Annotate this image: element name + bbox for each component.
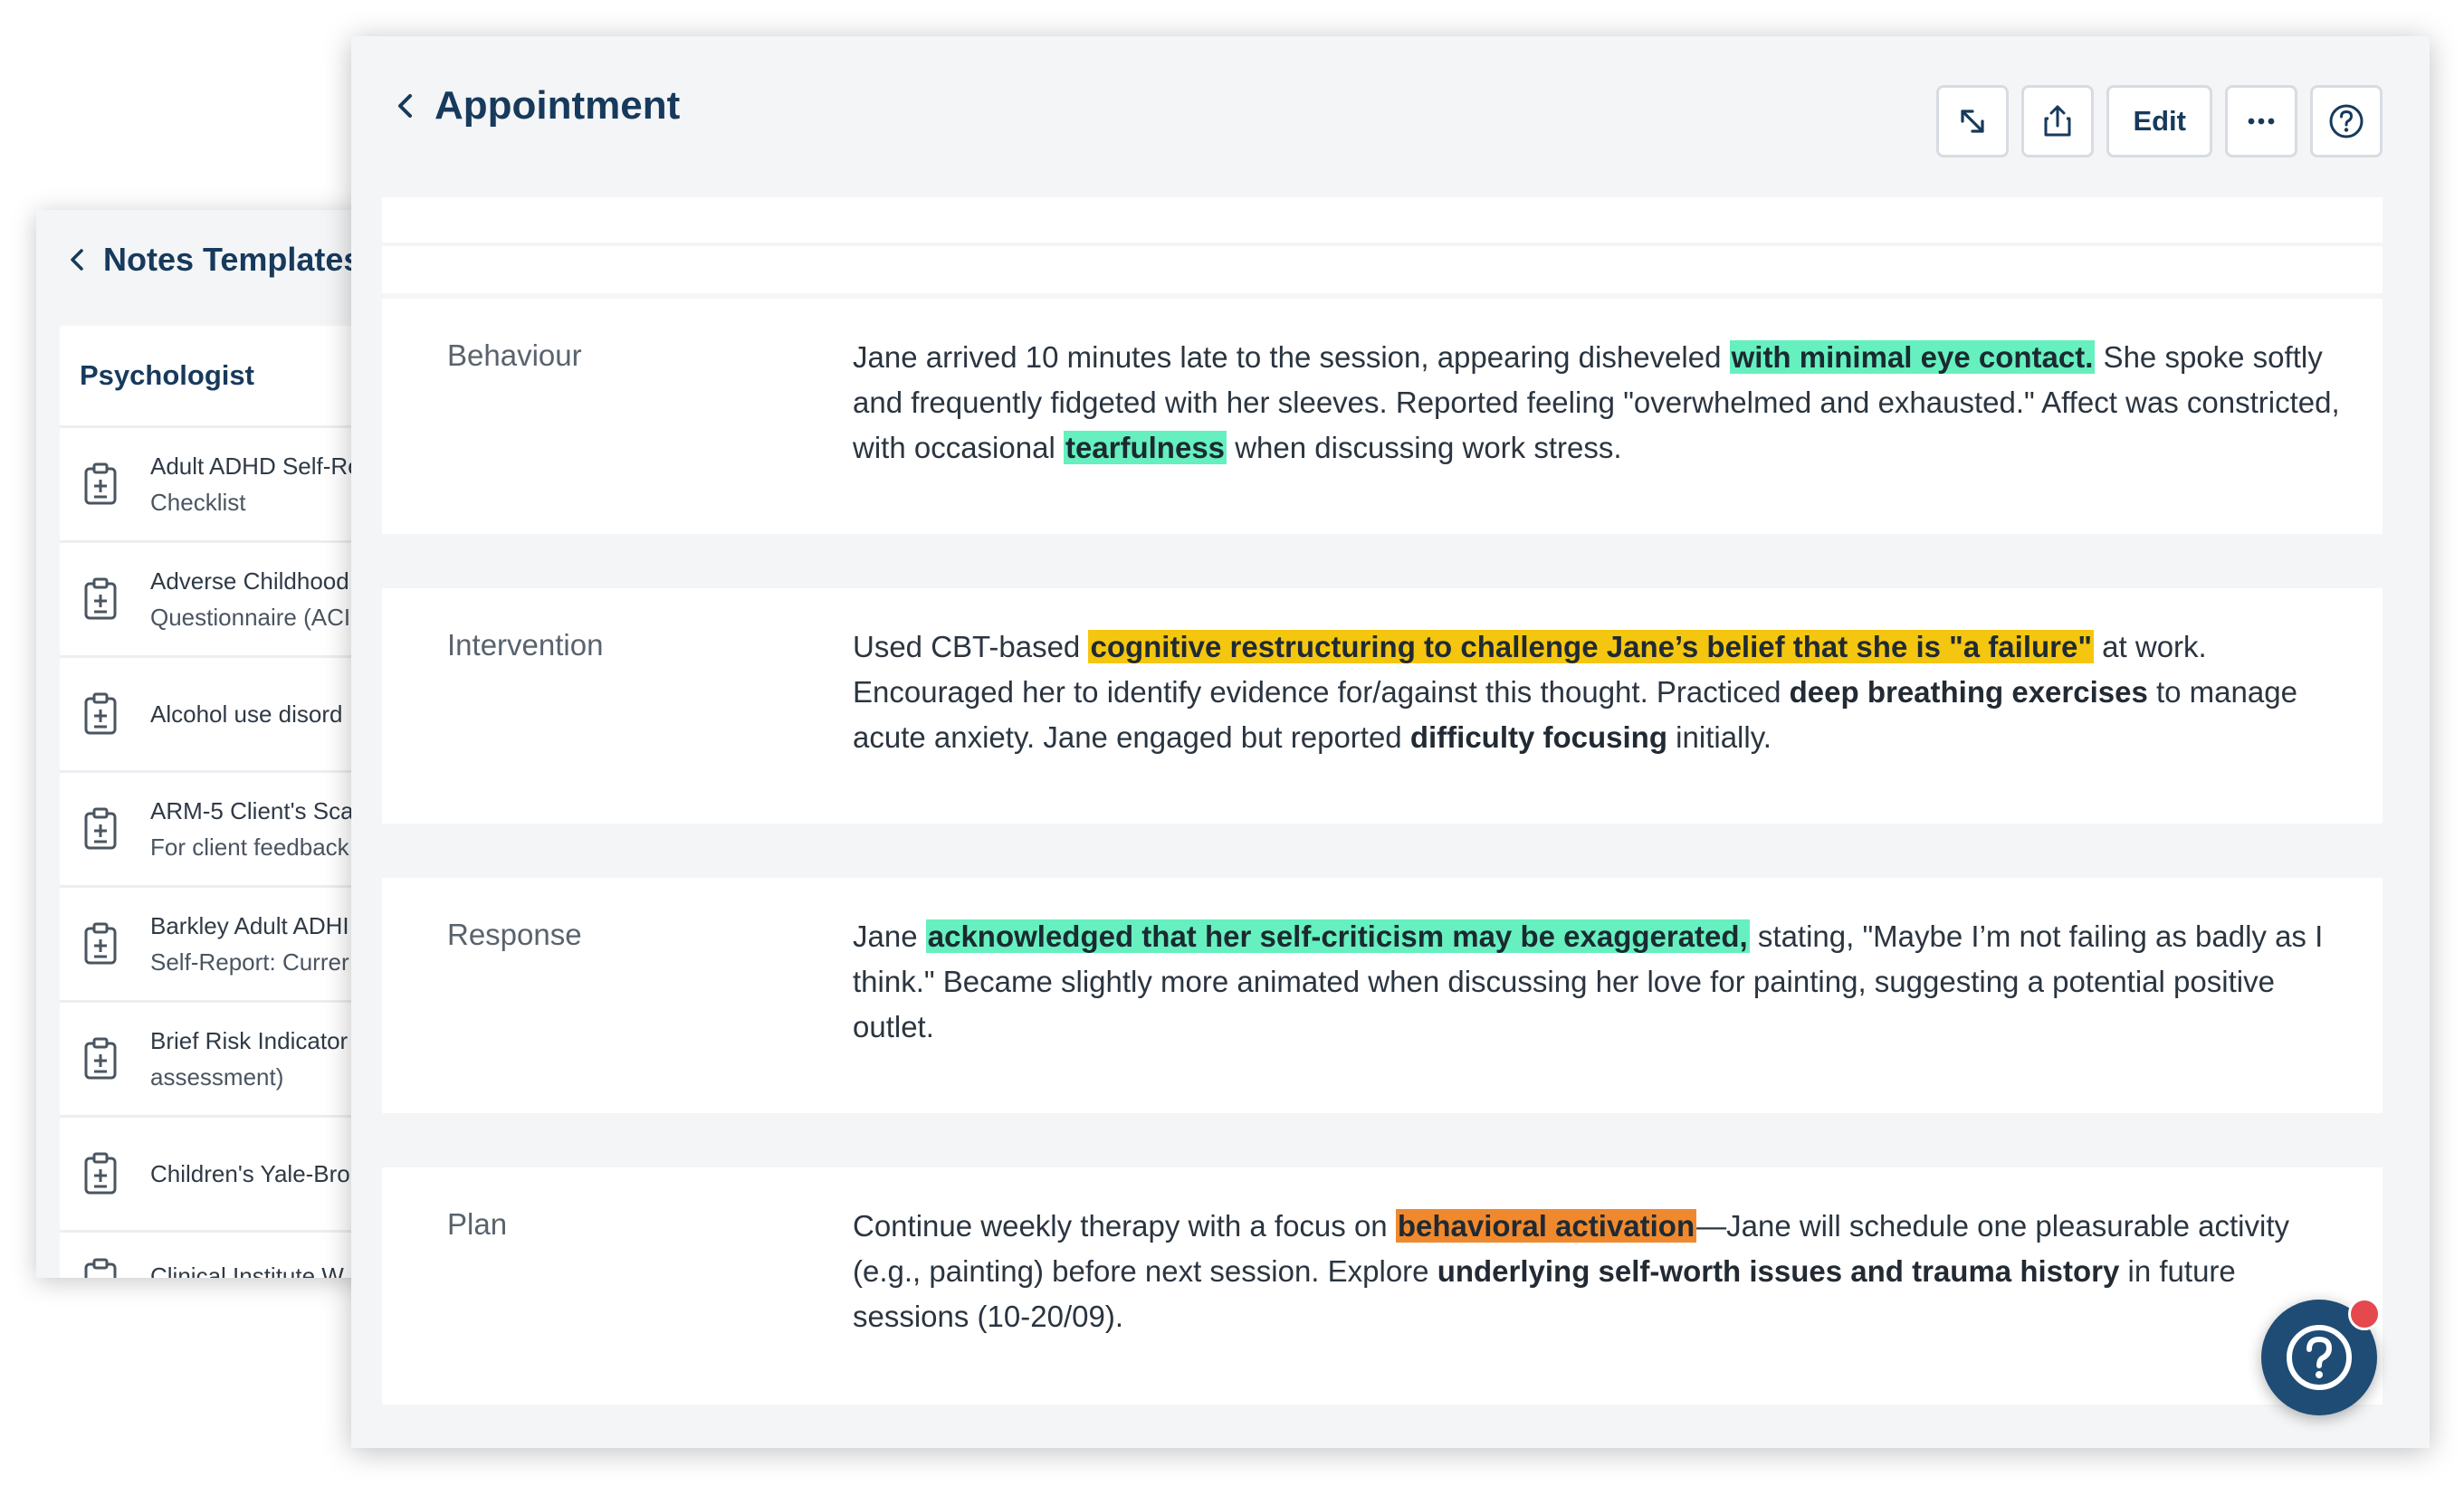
template-item[interactable]: Barkley Adult ADHI Self-Report: Currer (60, 888, 380, 1003)
page-title: Appointment (435, 83, 681, 128)
clipboard-plus-icon (84, 1152, 117, 1195)
template-subtitle: Self-Report: Currer (150, 948, 349, 976)
more-horizontal-icon (2248, 118, 2275, 125)
appointment-card: Appointment Edit Behaviour Jane arrived … (351, 36, 2430, 1448)
expand-button[interactable] (1936, 85, 2010, 157)
help-circle-icon (2287, 1325, 2352, 1390)
chevron-left-icon[interactable] (391, 88, 418, 124)
section-label: Response (447, 918, 582, 951)
help-circle-icon (2329, 104, 2364, 138)
clipboard-plus-icon (84, 922, 117, 965)
template-subtitle: Questionnaire (ACI (150, 604, 351, 631)
expand-arrows-icon (1961, 110, 1985, 133)
notification-dot (2348, 1298, 2381, 1330)
highlight: behavioral activation (1395, 1209, 1697, 1243)
template-subtitle: Checklist (150, 489, 246, 516)
template-title: Adult ADHD Self-Re (150, 452, 361, 480)
clipboard-plus-icon (84, 1258, 117, 1278)
template-category-psychologist[interactable]: Psychologist (60, 326, 380, 428)
section-behaviour: Behaviour Jane arrived 10 minutes late t… (382, 299, 2383, 534)
section-text: Jane acknowledged that her self-criticis… (853, 919, 2324, 1043)
section-response: Response Jane acknowledged that her self… (382, 878, 2383, 1113)
template-title: Alcohol use disord (150, 700, 343, 728)
section-text: Used CBT-based cognitive restructuring t… (853, 630, 2297, 754)
share-icon (2044, 105, 2071, 137)
note-header-strip (382, 246, 2383, 293)
edit-button[interactable]: Edit (2106, 85, 2212, 157)
template-title: ARM-5 Client's Sca (150, 797, 354, 824)
template-item[interactable]: Alcohol use disord (60, 658, 380, 773)
template-item[interactable]: Children's Yale-Bro (60, 1118, 380, 1233)
notes-templates-title: Notes Templates (103, 241, 362, 278)
highlight: cognitive restructuring to challenge Jan… (1088, 630, 2094, 663)
section-text: Jane arrived 10 minutes late to the sess… (853, 340, 2340, 464)
clipboard-plus-icon (84, 577, 117, 620)
highlight: acknowledged that her self-criticism may… (925, 919, 1750, 953)
section-label: Plan (447, 1207, 508, 1241)
notes-templates-header[interactable]: Notes Templates (63, 241, 361, 279)
emphasis: deep breathing exercises (1789, 675, 2148, 709)
toolbar: Edit (1936, 85, 2383, 157)
highlight: tearfulness (1063, 431, 1227, 464)
template-item[interactable]: ARM-5 Client's Sca For client feedback (60, 773, 380, 888)
section-plan: Plan Continue weekly therapy with a focu… (382, 1167, 2383, 1405)
section-text: Continue weekly therapy with a focus on … (853, 1209, 2289, 1333)
highlight: with minimal eye contact. (1729, 340, 2096, 374)
template-item[interactable]: Brief Risk Indicator assessment) (60, 1003, 380, 1118)
template-title: Children's Yale-Bro (150, 1160, 350, 1187)
template-title: Barkley Adult ADHI (150, 912, 349, 939)
appointment-header[interactable]: Appointment (391, 83, 680, 129)
section-label: Intervention (447, 628, 604, 662)
clipboard-plus-icon (84, 1037, 117, 1080)
template-item[interactable]: Clinical Institute W (60, 1233, 380, 1278)
templates-list: Psychologist Adult ADHD Self-Re Checklist… (60, 326, 380, 1278)
help-button[interactable] (2310, 85, 2383, 157)
note-header-strip (382, 197, 2383, 243)
template-title: Clinical Institute W (150, 1262, 344, 1278)
clipboard-plus-icon (84, 692, 117, 735)
emphasis: difficulty focusing (1409, 720, 1668, 754)
more-options-button[interactable] (2225, 85, 2297, 157)
clipboard-plus-icon (84, 462, 117, 505)
notes-templates-panel: Notes Templates Psychologist Adult ADHD … (36, 210, 380, 1278)
clipboard-plus-icon (84, 807, 117, 850)
emphasis: underlying self-worth issues and trauma … (1437, 1254, 2120, 1288)
section-intervention: Intervention Used CBT-based cognitive re… (382, 588, 2383, 824)
template-item[interactable]: Adult ADHD Self-Re Checklist (60, 428, 380, 543)
template-title: Brief Risk Indicator (150, 1027, 349, 1054)
share-button[interactable] (2021, 85, 2095, 157)
chevron-left-icon[interactable] (63, 243, 91, 276)
template-subtitle: For client feedback (150, 833, 349, 861)
template-title: Adverse Childhood (150, 567, 349, 595)
template-item[interactable]: Adverse Childhood Questionnaire (ACI (60, 543, 380, 658)
template-subtitle: assessment) (150, 1063, 284, 1091)
section-label: Behaviour (447, 338, 582, 372)
